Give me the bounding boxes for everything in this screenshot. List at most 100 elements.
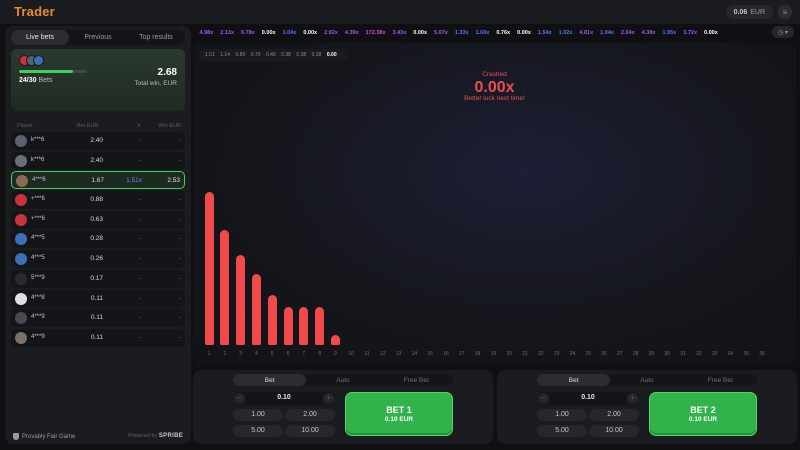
history-multiplier[interactable]: 0.00x [701, 30, 722, 36]
stake-stepper: − 0.10 + [537, 392, 639, 405]
tab-bet[interactable]: Bet [537, 374, 611, 386]
table-header: Player Bet EUR X Win EUR [11, 123, 185, 131]
stake-input[interactable]: 0.10 [233, 394, 335, 401]
quick-amount-button[interactable]: 1.00 [233, 409, 283, 421]
bets-panel: Live bets Previous Top results 24/30 Bet… [5, 26, 191, 444]
x-tick-label: 22 [538, 351, 544, 357]
x-tick-label: 29 [648, 351, 655, 357]
x-tick-label: 6 [286, 351, 290, 357]
player-multiplier: - [138, 255, 141, 263]
history-multiplier[interactable]: 3.72x [680, 30, 701, 36]
player-multiplier: - [138, 196, 141, 204]
chart-bar [204, 192, 214, 345]
player-win: - [178, 314, 181, 322]
history-multiplier[interactable]: 0.76x [493, 30, 514, 36]
x-tick-label: 14 [411, 351, 418, 357]
player-bet: 2.40 [90, 156, 103, 164]
history-multiplier[interactable]: 2.04x [617, 30, 638, 36]
quick-amount-button[interactable]: 5.00 [537, 425, 587, 437]
chart-bar [220, 229, 230, 345]
tab-top-results[interactable]: Top results [127, 30, 185, 45]
bet-panel-tabs: Bet Auto Free Bet [537, 374, 757, 386]
history-multiplier[interactable]: 1.33x [451, 30, 472, 36]
history-clock-icon[interactable]: ◷ ▾ [772, 26, 794, 38]
player-bet: 0.11 [90, 294, 103, 302]
history-multiplier[interactable]: 1.60x [472, 30, 493, 36]
history-multiplier[interactable]: 4.81x [576, 30, 597, 36]
history-multiplier[interactable]: 1.95x [659, 30, 680, 36]
recent-multiplier: 0.00 [326, 52, 337, 58]
quick-amount-button[interactable]: 2.00 [285, 409, 335, 421]
history-multiplier[interactable]: 0.00x [300, 30, 321, 36]
history-multiplier[interactable]: 172.38x [362, 30, 389, 36]
x-tick-label: 21 [522, 351, 528, 357]
bets-progress-fill [19, 70, 74, 73]
tab-previous[interactable]: Previous [69, 30, 127, 45]
player-win: - [178, 137, 181, 144]
quick-amount-button[interactable]: 1.00 [537, 409, 587, 421]
player-name: +***6 [31, 196, 45, 203]
player-multiplier: - [138, 156, 141, 164]
quick-amount-button[interactable]: 10.00 [589, 425, 639, 437]
avatar [15, 213, 27, 226]
history-multiplier[interactable]: 1.04x [597, 30, 618, 36]
brand-logo: SPRIBE [158, 433, 183, 439]
avatar [33, 55, 44, 66]
player-win: - [178, 274, 181, 282]
tab-live-bets[interactable]: Live bets [11, 30, 69, 45]
hamburger-icon[interactable]: ≡ [778, 5, 792, 19]
table-row: 4***5 0.26 - - [11, 250, 185, 269]
chart-bar [299, 306, 309, 345]
bet-button-amount: 0.10 EUR [688, 416, 718, 423]
tab-free-bet[interactable]: Free Bet [380, 374, 453, 386]
provably-fair-link[interactable]: Provably Fair Game [13, 433, 75, 440]
history-multiplier[interactable]: 0.00x [410, 30, 431, 36]
player-win: - [178, 294, 181, 302]
tab-auto[interactable]: Auto [306, 374, 379, 386]
tab-free-bet[interactable]: Free Bet [684, 374, 757, 386]
history-multiplier[interactable]: 2.13x [217, 30, 238, 36]
chart-bar [330, 335, 340, 345]
history-multiplier[interactable]: 1.04x [279, 30, 300, 36]
table-row: 4***8 0.11 - - [11, 289, 185, 308]
tab-bet[interactable]: Bet [233, 374, 307, 386]
player-name: 4***8 [31, 294, 45, 301]
bet-1-button[interactable]: BET 1 0.10 EUR [345, 392, 453, 436]
history-multiplier[interactable]: 2.92x [321, 30, 342, 36]
x-tick-label: 13 [395, 351, 402, 357]
player-win: - [178, 333, 181, 341]
x-tick-label: 24 [569, 351, 576, 357]
avatar [16, 175, 28, 188]
recent-multiplier: 0.38 [296, 52, 307, 58]
history-multiplier[interactable]: 6.78x [238, 30, 259, 36]
history-multiplier[interactable]: 1.02x [555, 30, 576, 36]
player-name: 4***6 [32, 177, 46, 184]
history-multiplier[interactable]: 4.39x [341, 30, 362, 36]
quick-amount-button[interactable]: 2.00 [589, 409, 639, 421]
player-multiplier: - [138, 137, 141, 144]
table-row: 4***5 0.28 - - [11, 230, 185, 249]
history-multiplier[interactable]: 4.98x [196, 30, 217, 36]
plus-icon[interactable]: + [323, 393, 334, 404]
bet-2-button[interactable]: BET 2 0.10 EUR [649, 392, 757, 436]
history-multiplier[interactable]: 0.00x [514, 30, 535, 36]
summary-avatars [19, 55, 44, 66]
stake-input[interactable]: 0.10 [537, 394, 639, 401]
history-multiplier[interactable]: 3.43x [389, 30, 410, 36]
col-player: Player [17, 123, 33, 129]
quick-amount-button[interactable]: 10.00 [285, 425, 335, 437]
game-area: 1.51 1.14 0.89 0.70 0.49 0.38 0.38 0.38 0.00 Cra… [193, 43, 796, 365]
x-tick-label: 30 [664, 351, 670, 357]
history-multiplier[interactable]: 0.00x [258, 30, 279, 36]
history-multiplier[interactable]: 1.54x [534, 30, 555, 36]
plus-icon[interactable]: + [627, 393, 638, 404]
player-bet: 0.26 [90, 255, 103, 263]
recent-multiplier: 0.89 [235, 52, 246, 58]
history-multiplier[interactable]: 4.38x [638, 30, 659, 36]
avatar [15, 135, 27, 147]
avatar [15, 272, 27, 285]
tab-auto[interactable]: Auto [610, 374, 683, 386]
quick-amount-button[interactable]: 5.00 [233, 425, 283, 437]
bet-button-label: BET 1 [386, 405, 412, 415]
history-multiplier[interactable]: 5.07x [431, 30, 452, 36]
